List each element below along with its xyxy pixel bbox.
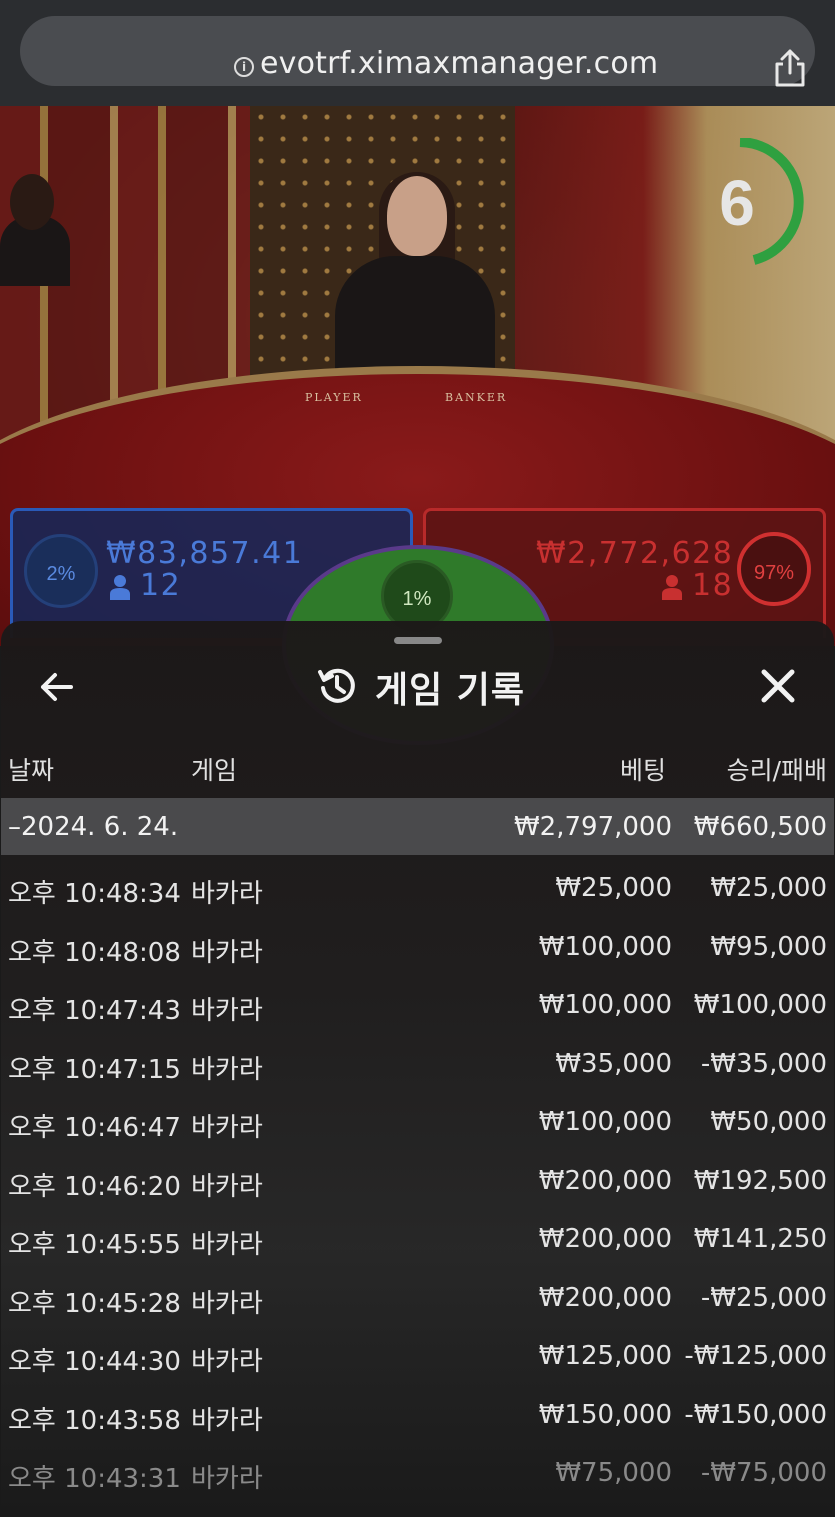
- row-game: 바카라: [191, 937, 263, 968]
- countdown-timer: 6: [692, 138, 804, 268]
- row-game: 바카라: [191, 1464, 263, 1494]
- history-row[interactable]: 오후 10:43:31 바카라 ₩75,000 -₩75,000: [1, 1444, 834, 1503]
- day-win-total: ₩660,500: [693, 812, 827, 842]
- row-bet: ₩35,000: [555, 1048, 672, 1079]
- row-win: ₩95,000: [710, 931, 827, 962]
- player-percent-badge: 2%: [24, 534, 98, 608]
- row-bet: ₩200,000: [538, 1165, 672, 1196]
- close-icon[interactable]: [755, 663, 801, 709]
- day-date: –2024. 6. 24.: [8, 812, 179, 842]
- history-row[interactable]: 오후 10:47:15 바카라 ₩35,000 -₩35,000: [1, 1035, 834, 1094]
- banker-percent-badge: 97%: [737, 532, 811, 606]
- table-label-player: PLAYER: [305, 391, 363, 404]
- row-game: 바카라: [191, 1113, 263, 1143]
- row-time: 오후 10:43:31: [8, 1464, 181, 1494]
- address-bar[interactable]: i evotrf.ximaxmanager.com: [20, 16, 815, 88]
- row-win: -₩35,000: [700, 1048, 827, 1079]
- row-game: 바카라: [191, 1171, 263, 1202]
- row-bet: ₩100,000: [538, 931, 672, 962]
- history-row[interactable]: 오후 10:48:34 바카라 ₩25,000 ₩25,000: [1, 859, 834, 918]
- day-bet-total: ₩2,797,000: [513, 812, 672, 842]
- row-game: 바카라: [191, 1288, 263, 1319]
- row-game: 바카라: [191, 1230, 263, 1260]
- row-game: 바카라: [191, 1405, 263, 1436]
- banker-bet-amount: ₩2,772,628: [536, 536, 734, 571]
- row-win: ₩50,000: [710, 1107, 827, 1137]
- column-header-game[interactable]: 게임: [191, 751, 237, 787]
- row-win: ₩141,250: [693, 1224, 827, 1254]
- row-bet: ₩100,000: [538, 990, 672, 1020]
- row-time: 오후 10:45:55: [8, 1230, 181, 1260]
- share-icon[interactable]: [772, 48, 808, 88]
- row-time: 오후 10:47:43: [8, 996, 181, 1026]
- column-header-win-loss[interactable]: 승리/패배: [727, 751, 827, 787]
- history-row[interactable]: 오후 10:46:47 바카라 ₩100,000 ₩50,000: [1, 1093, 834, 1152]
- info-icon[interactable]: i: [234, 57, 254, 77]
- row-win: ₩100,000: [693, 990, 827, 1020]
- row-game: 바카라: [191, 1347, 263, 1377]
- column-header-bet[interactable]: 베팅: [620, 751, 666, 787]
- row-time: 오후 10:48:34: [8, 879, 181, 909]
- sheet-drag-handle[interactable]: [394, 637, 442, 644]
- history-row[interactable]: 오후 10:47:43 바카라 ₩100,000 ₩100,000: [1, 976, 834, 1035]
- history-row[interactable]: 오후 10:46:20 바카라 ₩200,000 ₩192,500: [1, 1152, 834, 1211]
- row-time: 오후 10:46:20: [8, 1171, 181, 1202]
- player-bet-amount: ₩83,857.41: [106, 536, 304, 571]
- history-row[interactable]: 오후 10:48:08 바카라 ₩100,000 ₩95,000: [1, 918, 834, 977]
- row-win: -₩150,000: [684, 1399, 827, 1430]
- row-bet: ₩125,000: [538, 1341, 672, 1371]
- column-header-date[interactable]: 날짜: [8, 751, 54, 787]
- game-history-sheet: 게임 기록 날짜 게임 베팅 승리/패배 –2024. 6. 24. ₩2,79…: [1, 621, 834, 1517]
- day-summary-row[interactable]: –2024. 6. 24. ₩2,797,000 ₩660,500: [1, 798, 834, 855]
- history-row[interactable]: 오후 10:45:28 바카라 ₩200,000 -₩25,000: [1, 1269, 834, 1328]
- player-bettor-count: 12: [140, 568, 182, 603]
- row-bet: ₩75,000: [555, 1458, 672, 1488]
- table-label-banker: BANKER: [445, 391, 508, 404]
- url-text[interactable]: evotrf.ximaxmanager.com: [260, 46, 658, 81]
- row-time: 오후 10:46:47: [8, 1113, 181, 1143]
- row-time: 오후 10:45:28: [8, 1288, 181, 1319]
- side-dealer: [0, 166, 70, 286]
- row-win: ₩192,500: [693, 1165, 827, 1196]
- history-row[interactable]: 오후 10:43:58 바카라 ₩150,000 -₩150,000: [1, 1386, 834, 1445]
- row-game: 바카라: [191, 879, 263, 909]
- back-arrow-icon[interactable]: [35, 665, 79, 709]
- row-win: -₩125,000: [684, 1341, 827, 1371]
- person-icon: [110, 575, 130, 600]
- history-icon: [318, 668, 355, 703]
- row-win: -₩75,000: [700, 1458, 827, 1488]
- history-row[interactable]: 오후 10:44:30 바카라 ₩125,000 -₩125,000: [1, 1327, 834, 1386]
- history-list: 오후 10:48:34 바카라 ₩25,000 ₩25,000 오후 10:48:08…: [1, 859, 834, 1503]
- person-icon: [662, 575, 682, 600]
- row-time: 오후 10:44:30: [8, 1347, 181, 1377]
- row-time: 오후 10:47:15: [8, 1054, 181, 1085]
- row-game: 바카라: [191, 1054, 263, 1085]
- row-bet: ₩200,000: [538, 1224, 672, 1254]
- row-bet: ₩100,000: [538, 1107, 672, 1137]
- sheet-title: 게임 기록: [375, 670, 526, 711]
- history-row[interactable]: 오후 10:45:55 바카라 ₩200,000 ₩141,250: [1, 1210, 834, 1269]
- row-time: 오후 10:43:58: [8, 1405, 181, 1436]
- row-win: ₩25,000: [710, 873, 827, 903]
- banker-bettor-count: 18: [692, 568, 734, 603]
- row-bet: ₩150,000: [538, 1399, 672, 1430]
- row-time: 오후 10:48:08: [8, 937, 181, 968]
- row-bet: ₩25,000: [555, 873, 672, 903]
- row-game: 바카라: [191, 996, 263, 1026]
- row-win: -₩25,000: [700, 1282, 827, 1313]
- row-bet: ₩200,000: [538, 1282, 672, 1313]
- browser-bar: i evotrf.ximaxmanager.com: [0, 0, 835, 106]
- countdown-number: 6: [719, 167, 755, 239]
